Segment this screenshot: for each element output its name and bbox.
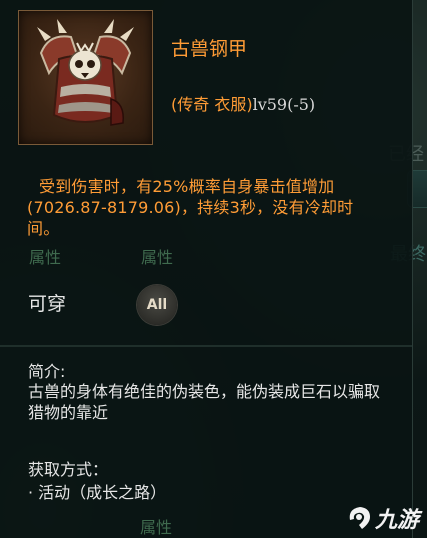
source-item: · 活动（成长之路） — [28, 483, 167, 502]
item-level: lv59(-5) — [252, 95, 316, 114]
watermark: 九游 — [347, 502, 419, 534]
item-name: 古兽钢甲 — [171, 38, 248, 60]
background-attr-label-2: 属性 — [141, 248, 174, 267]
watermark-brand: 九游 — [374, 508, 419, 533]
item-rarity-type: (传奇 衣服) — [171, 95, 253, 114]
chest-armor-icon — [37, 19, 134, 126]
class-all-badge: All — [137, 285, 177, 325]
nine-game-logo-icon — [349, 507, 370, 529]
item-effect-text: 受到伤害时，有25%概率自身暴击值增加(7026.87-8179.06)，持续3… — [27, 177, 354, 238]
wearable-label: 可穿 — [28, 293, 67, 315]
item-effect: 受到伤害时，有25%概率自身暴击值增加(7026.87-8179.06)，持续3… — [27, 176, 377, 239]
item-tooltip: 古兽钢甲 (传奇 衣服)lv59(-5) 受到伤害时，有25%概率自身暴击值增加… — [0, 0, 413, 538]
section-divider — [0, 345, 412, 347]
background-attr-label-3: 属性 — [140, 518, 173, 537]
intro-title: 简介: — [28, 362, 66, 381]
intro-text: 古兽的身体有绝佳的伪装色，能伪装成巨石以骗取猎物的靠近 — [28, 382, 381, 422]
background-attr-label-1: 属性 — [29, 248, 62, 267]
item-type-line: (传奇 衣服)lv59(-5) — [171, 91, 315, 115]
item-portrait — [18, 10, 153, 145]
source-title: 获取方式： — [28, 460, 109, 479]
